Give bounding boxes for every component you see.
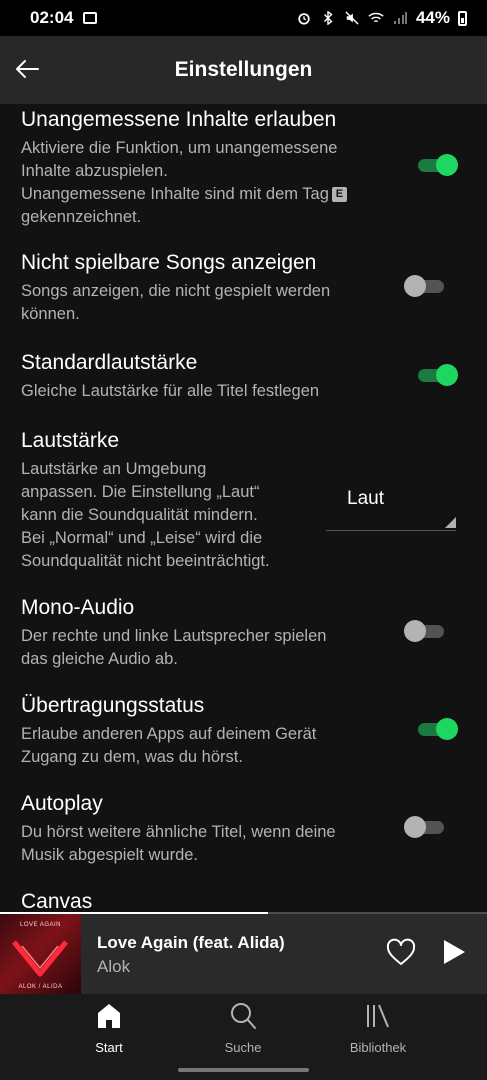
setting-explicit-content[interactable]: Unangemessene Inhalte erlauben Aktiviere…	[21, 107, 466, 229]
toggle-thumb	[436, 718, 458, 740]
battery-percent: 44%	[415, 8, 450, 27]
autoplay-toggle[interactable]	[404, 816, 448, 838]
desc-line: Lautstärke an Umgebung	[21, 460, 207, 478]
setting-title: Mono-Audio	[21, 596, 135, 619]
setting-description: Songs anzeigen, die nicht gespielt werde…	[21, 280, 466, 326]
setting-canvas[interactable]: Canvas	[21, 889, 466, 912]
desc-line: Songs anzeigen, die nicht gespielt werde…	[21, 282, 331, 300]
setting-unplayable-songs[interactable]: Nicht spielbare Songs anzeigen Songs anz…	[21, 250, 466, 326]
setting-title: Übertragungsstatus	[21, 694, 205, 717]
desc-line: Soundqualität nicht beeinträchtigt.	[21, 552, 270, 570]
dropdown-arrow-icon	[445, 517, 456, 528]
dropdown-value: Laut	[347, 488, 384, 509]
status-time: 02:04	[30, 8, 74, 27]
desc-line: Der rechte und linke Lautsprecher spiele…	[21, 627, 327, 645]
broadcast-status-toggle[interactable]	[414, 718, 458, 740]
desc-line: Bei „Normal“ und „Leise“ wird die	[21, 529, 263, 547]
nav-label: Bibliothek	[349, 1040, 407, 1055]
play-icon[interactable]	[440, 937, 468, 967]
setting-description: Lautstärke an Umgebung anpassen. Die Ein…	[21, 458, 321, 573]
setting-title: Lautstärke	[21, 429, 120, 452]
desc-line: Du hörst weitere ähnliche Titel, wenn de…	[21, 823, 336, 841]
setting-title: Nicht spielbare Songs anzeigen	[21, 251, 317, 274]
setting-description: Du hörst weitere ähnliche Titel, wenn de…	[21, 821, 466, 867]
desc-line: können.	[21, 305, 80, 323]
setting-broadcast-status[interactable]: Übertragungsstatus Erlaube anderen Apps …	[21, 693, 466, 769]
setting-description: Der rechte und linke Lautsprecher spiele…	[21, 625, 466, 671]
desc-line: Unangemessene Inhalte sind mit dem Tag	[21, 185, 329, 203]
now-playing-bar[interactable]: LOVE AGAIN ALOK / ALIDA Love Again (feat…	[0, 912, 487, 994]
cover-title-text: LOVE AGAIN	[19, 922, 61, 928]
nav-label: Suche	[224, 1040, 262, 1055]
wifi-icon	[368, 12, 384, 23]
desc-line: kann die Soundqualität mindern.	[21, 506, 258, 524]
nav-library[interactable]: Bibliothek	[318, 994, 438, 1064]
alarm-icon	[298, 13, 310, 25]
status-bar: 02:04 44%	[0, 0, 487, 36]
normalize-volume-toggle[interactable]	[414, 364, 458, 386]
nav-search[interactable]: Suche	[183, 994, 303, 1064]
desc-line: das gleiche Audio ab.	[21, 650, 178, 668]
page-title: Einstellungen	[174, 58, 313, 81]
toggle-thumb	[404, 620, 426, 642]
explicit-tag-icon: E	[331, 187, 347, 203]
gesture-bar	[178, 1068, 309, 1072]
heart-icon[interactable]	[385, 937, 417, 969]
bluetooth-icon	[323, 11, 333, 25]
signal-icon	[393, 12, 407, 24]
setting-volume-level: Lautstärke Lautstärke an Umgebung anpass…	[21, 428, 321, 573]
setting-title: Autoplay	[21, 792, 103, 815]
mono-audio-toggle[interactable]	[404, 620, 448, 642]
desc-line: Gleiche Lautstärke für alle Titel festle…	[21, 382, 320, 400]
arrow-left-icon	[16, 60, 39, 78]
setting-description: Gleiche Lautstärke für alle Titel festle…	[21, 380, 466, 403]
setting-mono-audio[interactable]: Mono-Audio Der rechte und linke Lautspre…	[21, 595, 466, 671]
volume-level-dropdown[interactable]: Laut	[326, 474, 456, 531]
desc-line: gekennzeichnet.	[21, 208, 142, 226]
setting-description: Aktiviere die Funktion, um unangemessene…	[21, 137, 466, 229]
toggle-thumb	[404, 816, 426, 838]
setting-autoplay[interactable]: Autoplay Du hörst weitere ähnliche Titel…	[21, 791, 466, 867]
search-icon	[231, 1003, 256, 1029]
library-icon	[367, 1004, 389, 1028]
setting-normalize-volume[interactable]: Standardlautstärke Gleiche Lautstärke fü…	[21, 350, 466, 403]
desc-line: Musik abgespielt wurde.	[21, 846, 199, 864]
desc-line: Inhalte abzuspielen.	[21, 162, 168, 180]
gallery-icon	[83, 12, 98, 24]
desc-line: Zugang zu dem, was du hörst.	[21, 748, 243, 766]
nav-home[interactable]: Start	[49, 994, 169, 1064]
nav-label: Start	[95, 1040, 123, 1055]
setting-title: Standardlautstärke	[21, 351, 198, 374]
setting-title: Unangemessene Inhalte erlauben	[21, 108, 337, 131]
track-artist[interactable]: Alok	[97, 957, 130, 977]
setting-description: Erlaube anderen Apps auf deinem Gerät Zu…	[21, 723, 466, 769]
back-button[interactable]	[12, 54, 42, 84]
unplayable-songs-toggle[interactable]	[404, 275, 448, 297]
app-header: Einstellungen	[0, 36, 487, 104]
track-title[interactable]: Love Again (feat. Alida)	[97, 933, 285, 953]
toggle-thumb	[404, 275, 426, 297]
cover-artist-text: ALOK / ALIDA	[18, 984, 63, 990]
setting-title: Canvas	[21, 890, 93, 912]
desc-line: Erlaube anderen Apps auf deinem Gerät	[21, 725, 317, 743]
home-icon	[98, 1004, 120, 1028]
battery-icon	[458, 10, 467, 26]
cover-art-graphic	[12, 940, 68, 977]
desc-line: Aktiviere die Funktion, um unangemessene	[21, 139, 338, 157]
explicit-content-toggle[interactable]	[414, 154, 458, 176]
toggle-thumb	[436, 154, 458, 176]
mute-icon	[345, 11, 359, 25]
album-cover: LOVE AGAIN ALOK / ALIDA	[0, 914, 81, 994]
desc-line: anpassen. Die Einstellung „Laut“	[21, 483, 260, 501]
toggle-thumb	[436, 364, 458, 386]
